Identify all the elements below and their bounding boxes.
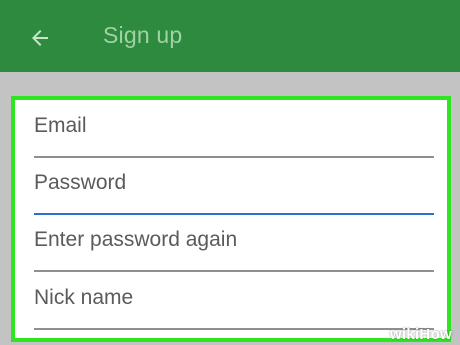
app-bar: Sign up [0, 0, 460, 72]
nickname-field-label: Nick name [34, 286, 134, 309]
password-field-underline [34, 213, 434, 215]
email-field[interactable]: Email [34, 108, 434, 158]
nickname-field[interactable]: Nick name [34, 280, 434, 330]
back-button[interactable] [22, 20, 58, 56]
email-field-underline [34, 156, 434, 158]
nickname-field-underline [34, 328, 434, 330]
confirm-password-field-underline [34, 270, 434, 272]
email-field-label: Email [34, 114, 87, 137]
password-field-label: Password [34, 171, 127, 194]
wikihow-watermark: wikiHow [389, 326, 452, 343]
password-field[interactable]: Password [34, 165, 434, 215]
arrow-left-icon [32, 30, 48, 46]
signup-form: Email Password Enter password again Nick… [11, 96, 451, 342]
page-title: Sign up [103, 22, 183, 48]
confirm-password-field-label: Enter password again [34, 228, 238, 251]
signup-screen: Sign up Email Password Enter password ag… [0, 0, 460, 345]
confirm-password-field[interactable]: Enter password again [34, 222, 434, 272]
